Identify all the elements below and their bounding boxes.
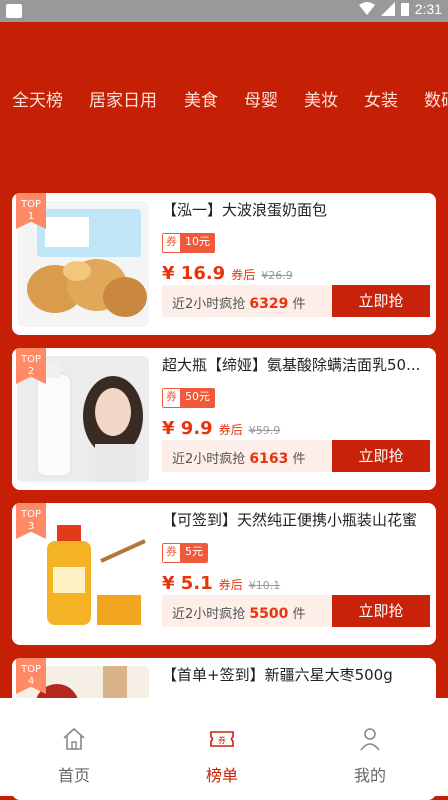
price-line: ¥ 5.1 券后 ¥10.1: [162, 573, 280, 594]
tab-baby[interactable]: 母婴: [244, 86, 278, 111]
price-suffix: 券后: [218, 423, 243, 437]
nav-ranking[interactable]: 券 榜单: [162, 726, 282, 786]
product-card[interactable]: TOP 1 【泓一】大波浪蛋奶面包 券 10元 ¥ 16.9 券后 ¥26.9 近2小时…: [12, 193, 436, 335]
coupon-badge: 券 5元: [162, 543, 208, 563]
tab-home[interactable]: 居家日用: [89, 86, 157, 111]
coupon-badge: 券 10元: [162, 233, 215, 253]
status-time: 2:31: [414, 1, 442, 17]
coupon-price: ¥ 9.9: [162, 418, 213, 439]
original-price: ¥26.9: [261, 269, 293, 282]
sales-count: 6329: [249, 296, 289, 312]
tab-women[interactable]: 女装: [364, 86, 398, 111]
buy-now-button[interactable]: 立即抢: [332, 285, 430, 317]
price-suffix: 券后: [231, 268, 256, 282]
coupon-badge: 券 50元: [162, 388, 215, 408]
price-suffix: 券后: [218, 578, 243, 592]
notification-icon: [6, 4, 22, 18]
sales-bar: 近2小时疯抢 5500 件 立即抢: [162, 595, 430, 627]
product-title[interactable]: 【可签到】天然纯正便携小瓶装山花蜜: [162, 509, 430, 530]
header: 全天榜 居家日用 美食 母婴 美妆 女装 数码: [0, 22, 448, 190]
bottom-nav: 首页 券 榜单 我的: [0, 698, 448, 796]
price-line: ¥ 16.9 券后 ¥26.9: [162, 263, 293, 284]
buy-now-button[interactable]: 立即抢: [332, 440, 430, 472]
price-line: ¥ 9.9 券后 ¥59.9: [162, 418, 280, 439]
home-icon: [63, 727, 85, 750]
signal-icon: [380, 2, 395, 16]
product-card[interactable]: TOP 3 【可签到】天然纯正便携小瓶装山花蜜 券 5元 ¥ 5.1 券后 ¥10.1 …: [12, 503, 436, 645]
original-price: ¥10.1: [248, 579, 281, 592]
tab-digital[interactable]: 数码: [424, 86, 448, 111]
battery-icon: [400, 3, 409, 16]
coupon-price: ¥ 5.1: [162, 573, 213, 594]
sales-bar: 近2小时疯抢 6163 件 立即抢: [162, 440, 430, 472]
wifi-icon: [358, 2, 375, 15]
sales-bar: 近2小时疯抢 6329 件 立即抢: [162, 285, 430, 317]
svg-text:券: 券: [218, 735, 226, 745]
tab-all-day[interactable]: 全天榜: [12, 86, 63, 111]
tab-food[interactable]: 美食: [184, 86, 218, 111]
tab-beauty[interactable]: 美妆: [304, 86, 338, 111]
sales-count: 6163: [249, 451, 289, 467]
product-title[interactable]: 超大瓶【缔娅】氨基酸除螨洁面乳50...: [162, 354, 430, 375]
nav-profile[interactable]: 我的: [310, 726, 430, 786]
status-bar: 2:31: [0, 0, 448, 22]
original-price: ¥59.9: [248, 424, 281, 437]
buy-now-button[interactable]: 立即抢: [332, 595, 430, 627]
coupon-price: ¥ 16.9: [162, 263, 226, 284]
category-tabs: 全天榜 居家日用 美食 母婴 美妆 女装 数码: [0, 86, 448, 126]
product-title[interactable]: 【首单+签到】新疆六星大枣500g: [162, 664, 430, 685]
coupon-icon: 券: [210, 731, 234, 747]
product-card[interactable]: TOP 2 超大瓶【缔娅】氨基酸除螨洁面乳50... 券 50元 ¥ 9.9 券后 ¥5…: [12, 348, 436, 490]
nav-home[interactable]: 首页: [14, 726, 134, 786]
user-icon: [360, 728, 380, 751]
product-title[interactable]: 【泓一】大波浪蛋奶面包: [162, 199, 430, 220]
sales-count: 5500: [249, 606, 289, 622]
